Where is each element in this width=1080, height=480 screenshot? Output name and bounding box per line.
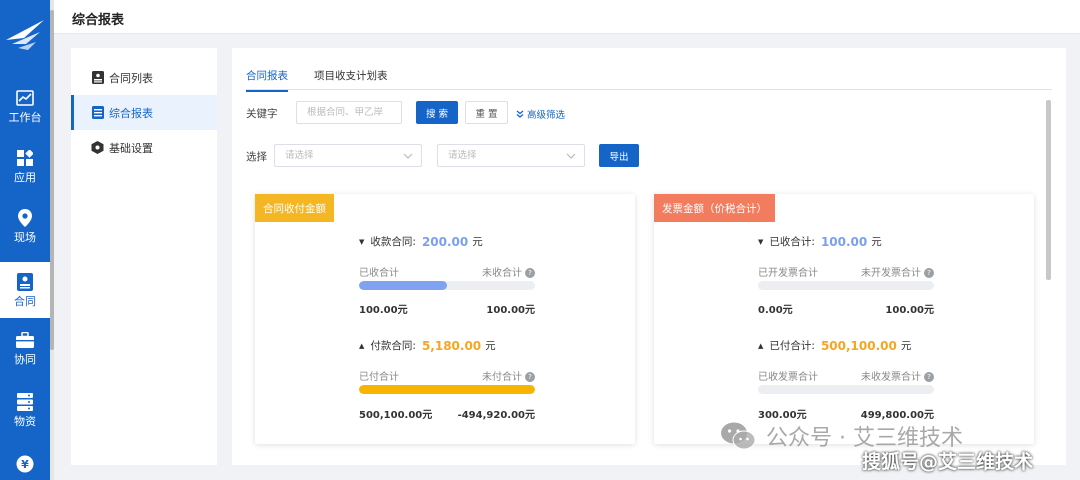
main-panel: 合同报表 项目收支计划表 关键字 搜 索 重 置 高级筛选 选择 请选择 请选择… [232, 48, 1066, 465]
invoice-paid-progress-bar [758, 385, 934, 394]
svg-text:¥: ¥ [21, 458, 29, 471]
select-label: 选择 [246, 151, 267, 163]
wechat-icon [721, 422, 756, 450]
nav-scrollbar[interactable] [50, 0, 54, 480]
select-dropdown-2[interactable]: 请选择 [437, 144, 585, 167]
progress-fill [359, 281, 447, 290]
nav-item-site[interactable]: 现场 [0, 198, 50, 254]
submenu-item-contract-list[interactable]: 合同列表 [71, 60, 217, 95]
keyword-input[interactable] [296, 101, 402, 124]
help-icon[interactable]: ? [525, 268, 535, 278]
storage-icon [15, 392, 35, 412]
receive-progress-bar [359, 281, 535, 290]
tab-project-plan[interactable]: 项目收支计划表 [314, 68, 388, 90]
contract-icon [15, 272, 35, 292]
help-icon[interactable]: ? [525, 372, 535, 382]
double-chevron-down-icon [516, 110, 524, 118]
nav-rail: 工作台 应用 现场 合同 协同 物资 ¥ [0, 0, 50, 480]
main-scrollbar[interactable] [1046, 100, 1051, 280]
nav-item-collab[interactable]: 协同 [0, 320, 50, 376]
page-title: 综合报表 [72, 13, 125, 28]
invoice-received-row: ▼ 已收合计: 100.00 元 [758, 234, 882, 249]
receive-amount: 200.00 [421, 234, 469, 249]
logo-icon [6, 20, 44, 50]
advanced-filter-link[interactable]: 高级筛选 [516, 107, 565, 121]
hexagon-settings-icon [91, 141, 104, 154]
document-icon [91, 106, 104, 119]
pay-contract-row: ▲ 付款合同: 5,180.00 元 [359, 338, 496, 353]
progress-fill [359, 385, 535, 394]
invoice-received-amount: 100.00 [820, 234, 868, 249]
nav-item-finance[interactable]: ¥ [0, 436, 50, 480]
nav-item-workbench[interactable]: 工作台 [0, 78, 50, 134]
briefcase-icon [15, 330, 35, 350]
report-tabs: 合同报表 项目收支计划表 [246, 62, 1052, 92]
card-contract-amounts: 合同收付金额 ▼ 收款合同: 200.00 元 已收合计 未收合计? 100.0… [255, 194, 635, 444]
caret-up-icon: ▲ [359, 341, 365, 350]
yen-icon: ¥ [15, 454, 35, 474]
caret-down-icon: ▼ [758, 237, 764, 246]
card-tag: 发票金额（价税合计） [654, 194, 775, 222]
help-icon[interactable]: ? [924, 372, 934, 382]
card-invoice-amounts: 发票金额（价税合计） ▼ 已收合计: 100.00 元 已开发票合计 未开发票合… [654, 194, 1034, 444]
chevron-down-icon [566, 153, 576, 159]
reset-button[interactable]: 重 置 [465, 101, 508, 124]
sub-menu: 合同列表 综合报表 基础设置 [71, 48, 217, 465]
nav-item-contract[interactable]: 合同 [0, 262, 50, 318]
caret-down-icon: ▼ [359, 237, 365, 246]
pay-amount: 5,180.00 [421, 338, 482, 353]
tab-contract-report[interactable]: 合同报表 [246, 68, 288, 92]
nav-item-materials[interactable]: 物资 [0, 382, 50, 438]
apps-grid-icon [15, 148, 35, 168]
contract-icon [91, 71, 104, 84]
invoice-paid-row: ▲ 已付合计: 500,100.00 元 [758, 338, 912, 353]
trend-chart-icon [15, 88, 35, 108]
top-bar: 综合报表 [54, 0, 1080, 34]
submenu-item-settings[interactable]: 基础设置 [71, 130, 217, 165]
nav-item-apps[interactable]: 应用 [0, 138, 50, 194]
help-icon[interactable]: ? [924, 268, 934, 278]
invoice-paid-amount: 500,100.00 [820, 338, 897, 353]
invoice-received-progress-bar [758, 281, 934, 290]
card-tag: 合同收付金额 [255, 194, 334, 222]
export-button[interactable]: 导出 [599, 144, 639, 167]
keyword-label: 关键字 [246, 108, 278, 120]
location-pin-icon [15, 208, 35, 228]
caret-up-icon: ▲ [758, 341, 764, 350]
pay-progress-bar [359, 385, 535, 394]
submenu-item-report[interactable]: 综合报表 [71, 95, 217, 130]
receive-contract-row: ▼ 收款合同: 200.00 元 [359, 234, 483, 249]
watermark-sohu: 搜狐号@艾三维技术 [862, 451, 1034, 473]
select-dropdown-1[interactable]: 请选择 [274, 144, 422, 167]
chevron-down-icon [403, 153, 413, 159]
search-button[interactable]: 搜 索 [416, 101, 458, 124]
